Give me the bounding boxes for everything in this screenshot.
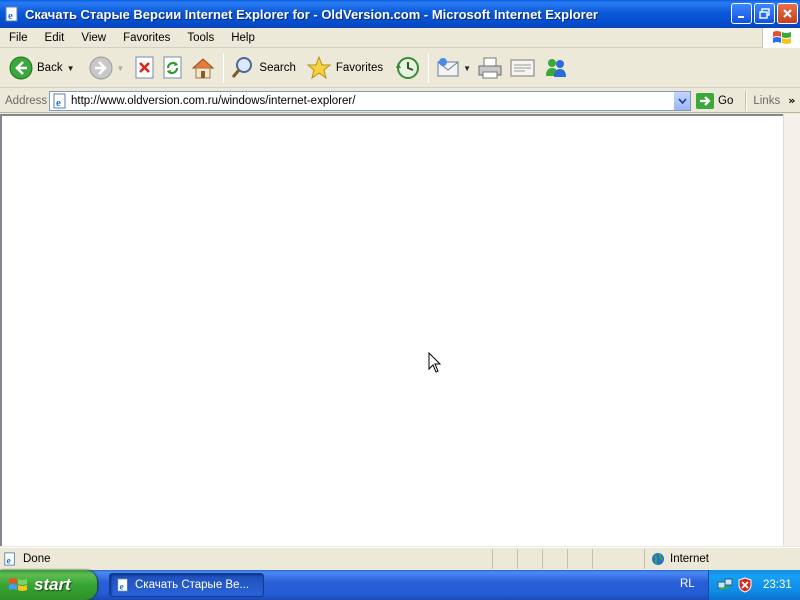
security-shield-icon[interactable] (737, 577, 753, 593)
status-cell (567, 549, 592, 569)
globe-icon (652, 553, 664, 565)
refresh-icon (163, 56, 182, 79)
window-title: Скачать Старые Версии Internet Explorer … (25, 6, 598, 22)
stop-icon (135, 56, 154, 79)
history-icon (396, 57, 420, 79)
links-separator (745, 90, 748, 111)
menu-view[interactable]: View (72, 32, 114, 44)
taskbar-item-label: Скачать Старые Ве... (135, 579, 250, 591)
menu-bar: File Edit View Favorites Tools Help (0, 28, 800, 48)
windows-logo (762, 28, 800, 48)
mouse-cursor-icon (428, 352, 442, 373)
menu-favorites[interactable]: Favorites (114, 32, 178, 44)
toolbar-separator (428, 53, 430, 83)
status-bar: e Done Internet (0, 547, 800, 570)
forward-button[interactable]: ▼ (86, 52, 128, 84)
address-label: Address (5, 94, 48, 107)
menu-help[interactable]: Help (222, 32, 263, 44)
ie-page-icon: e (53, 93, 66, 109)
edit-icon (510, 59, 535, 77)
forward-arrow-icon (89, 56, 112, 80)
address-bar: Address e Go Links » (0, 89, 800, 113)
svg-text:e: e (7, 555, 12, 566)
windows-logo-icon (772, 31, 791, 44)
search-button[interactable]: Search (228, 52, 298, 84)
go-button[interactable]: Go (696, 92, 734, 109)
search-icon (232, 57, 253, 78)
title-bar[interactable]: e Скачать Старые Версии Internet Explore… (0, 0, 800, 28)
address-dropdown-button[interactable] (673, 91, 690, 110)
chevron-down-icon (677, 97, 687, 104)
svg-text:e: e (8, 10, 13, 22)
messenger-button[interactable] (540, 52, 572, 84)
windows-logo-icon (9, 578, 27, 591)
ie-page-icon: e (4, 552, 15, 566)
minimize-button[interactable] (731, 3, 752, 24)
toolbar-separator (223, 53, 225, 83)
ie-page-icon: e (5, 6, 18, 22)
refresh-button[interactable] (159, 52, 187, 84)
forward-dropdown-arrow[interactable]: ▼ (117, 64, 125, 73)
stop-button[interactable] (131, 52, 159, 84)
zone-text: Internet (670, 553, 709, 565)
go-arrow-icon (696, 92, 714, 109)
go-label: Go (718, 94, 734, 107)
back-dropdown-arrow[interactable]: ▼ (67, 64, 75, 73)
clock[interactable]: 23:31 (763, 579, 792, 591)
status-cell (517, 549, 542, 569)
messenger-icon (546, 59, 567, 77)
status-cell (542, 549, 567, 569)
search-label: Search (259, 62, 296, 74)
back-arrow-icon (9, 56, 33, 80)
status-cell (492, 549, 517, 569)
address-field[interactable]: e (49, 90, 691, 111)
menu-file[interactable]: File (0, 32, 36, 44)
taskbar: start e Скачать Старые Ве... RL 23:31 (0, 570, 800, 600)
standard-toolbar: Back ▼ ▼ Search Favorites ▼ (0, 49, 800, 88)
menu-tools[interactable]: Tools (178, 32, 222, 44)
mail-dropdown-arrow[interactable]: ▼ (463, 64, 471, 73)
window-controls (731, 3, 798, 24)
links-toolbar[interactable]: Links (753, 95, 780, 107)
print-icon (478, 57, 502, 79)
page-content[interactable] (0, 114, 783, 546)
minimize-icon (737, 15, 744, 18)
edit-button[interactable] (506, 52, 540, 84)
start-button[interactable]: start (0, 570, 97, 600)
mail-icon (437, 58, 459, 77)
taskbar-item-ie-window[interactable]: e Скачать Старые Ве... (109, 573, 264, 597)
back-button[interactable]: Back ▼ (6, 52, 78, 84)
favorites-star-icon (306, 55, 332, 80)
home-button[interactable] (187, 52, 219, 84)
language-indicator[interactable]: RL (680, 578, 695, 590)
status-cell (592, 549, 644, 569)
favorites-button[interactable]: Favorites (303, 52, 386, 84)
favorites-label: Favorites (335, 62, 384, 74)
system-tray: 23:31 (708, 570, 800, 600)
ie-page-icon: e (117, 578, 128, 592)
home-icon (192, 58, 215, 79)
network-icon[interactable] (717, 577, 733, 593)
links-chevron-icon[interactable]: » (788, 94, 795, 107)
back-label: Back (37, 62, 63, 74)
maximize-icon (759, 8, 770, 19)
start-label: start (34, 575, 71, 594)
status-message: e Done (0, 549, 492, 569)
maximize-button[interactable] (754, 3, 775, 24)
menu-edit[interactable]: Edit (36, 32, 73, 44)
mail-button[interactable]: ▼ (433, 52, 474, 84)
vertical-scrollbar[interactable] (783, 114, 800, 546)
close-icon (783, 9, 792, 18)
status-text: Done (23, 553, 51, 565)
address-input[interactable] (71, 92, 673, 109)
history-button[interactable] (392, 52, 424, 84)
print-button[interactable] (474, 52, 506, 84)
security-zone: Internet (644, 549, 800, 569)
close-button[interactable] (777, 3, 798, 24)
svg-text:e: e (56, 97, 61, 109)
svg-text:e: e (120, 581, 125, 592)
